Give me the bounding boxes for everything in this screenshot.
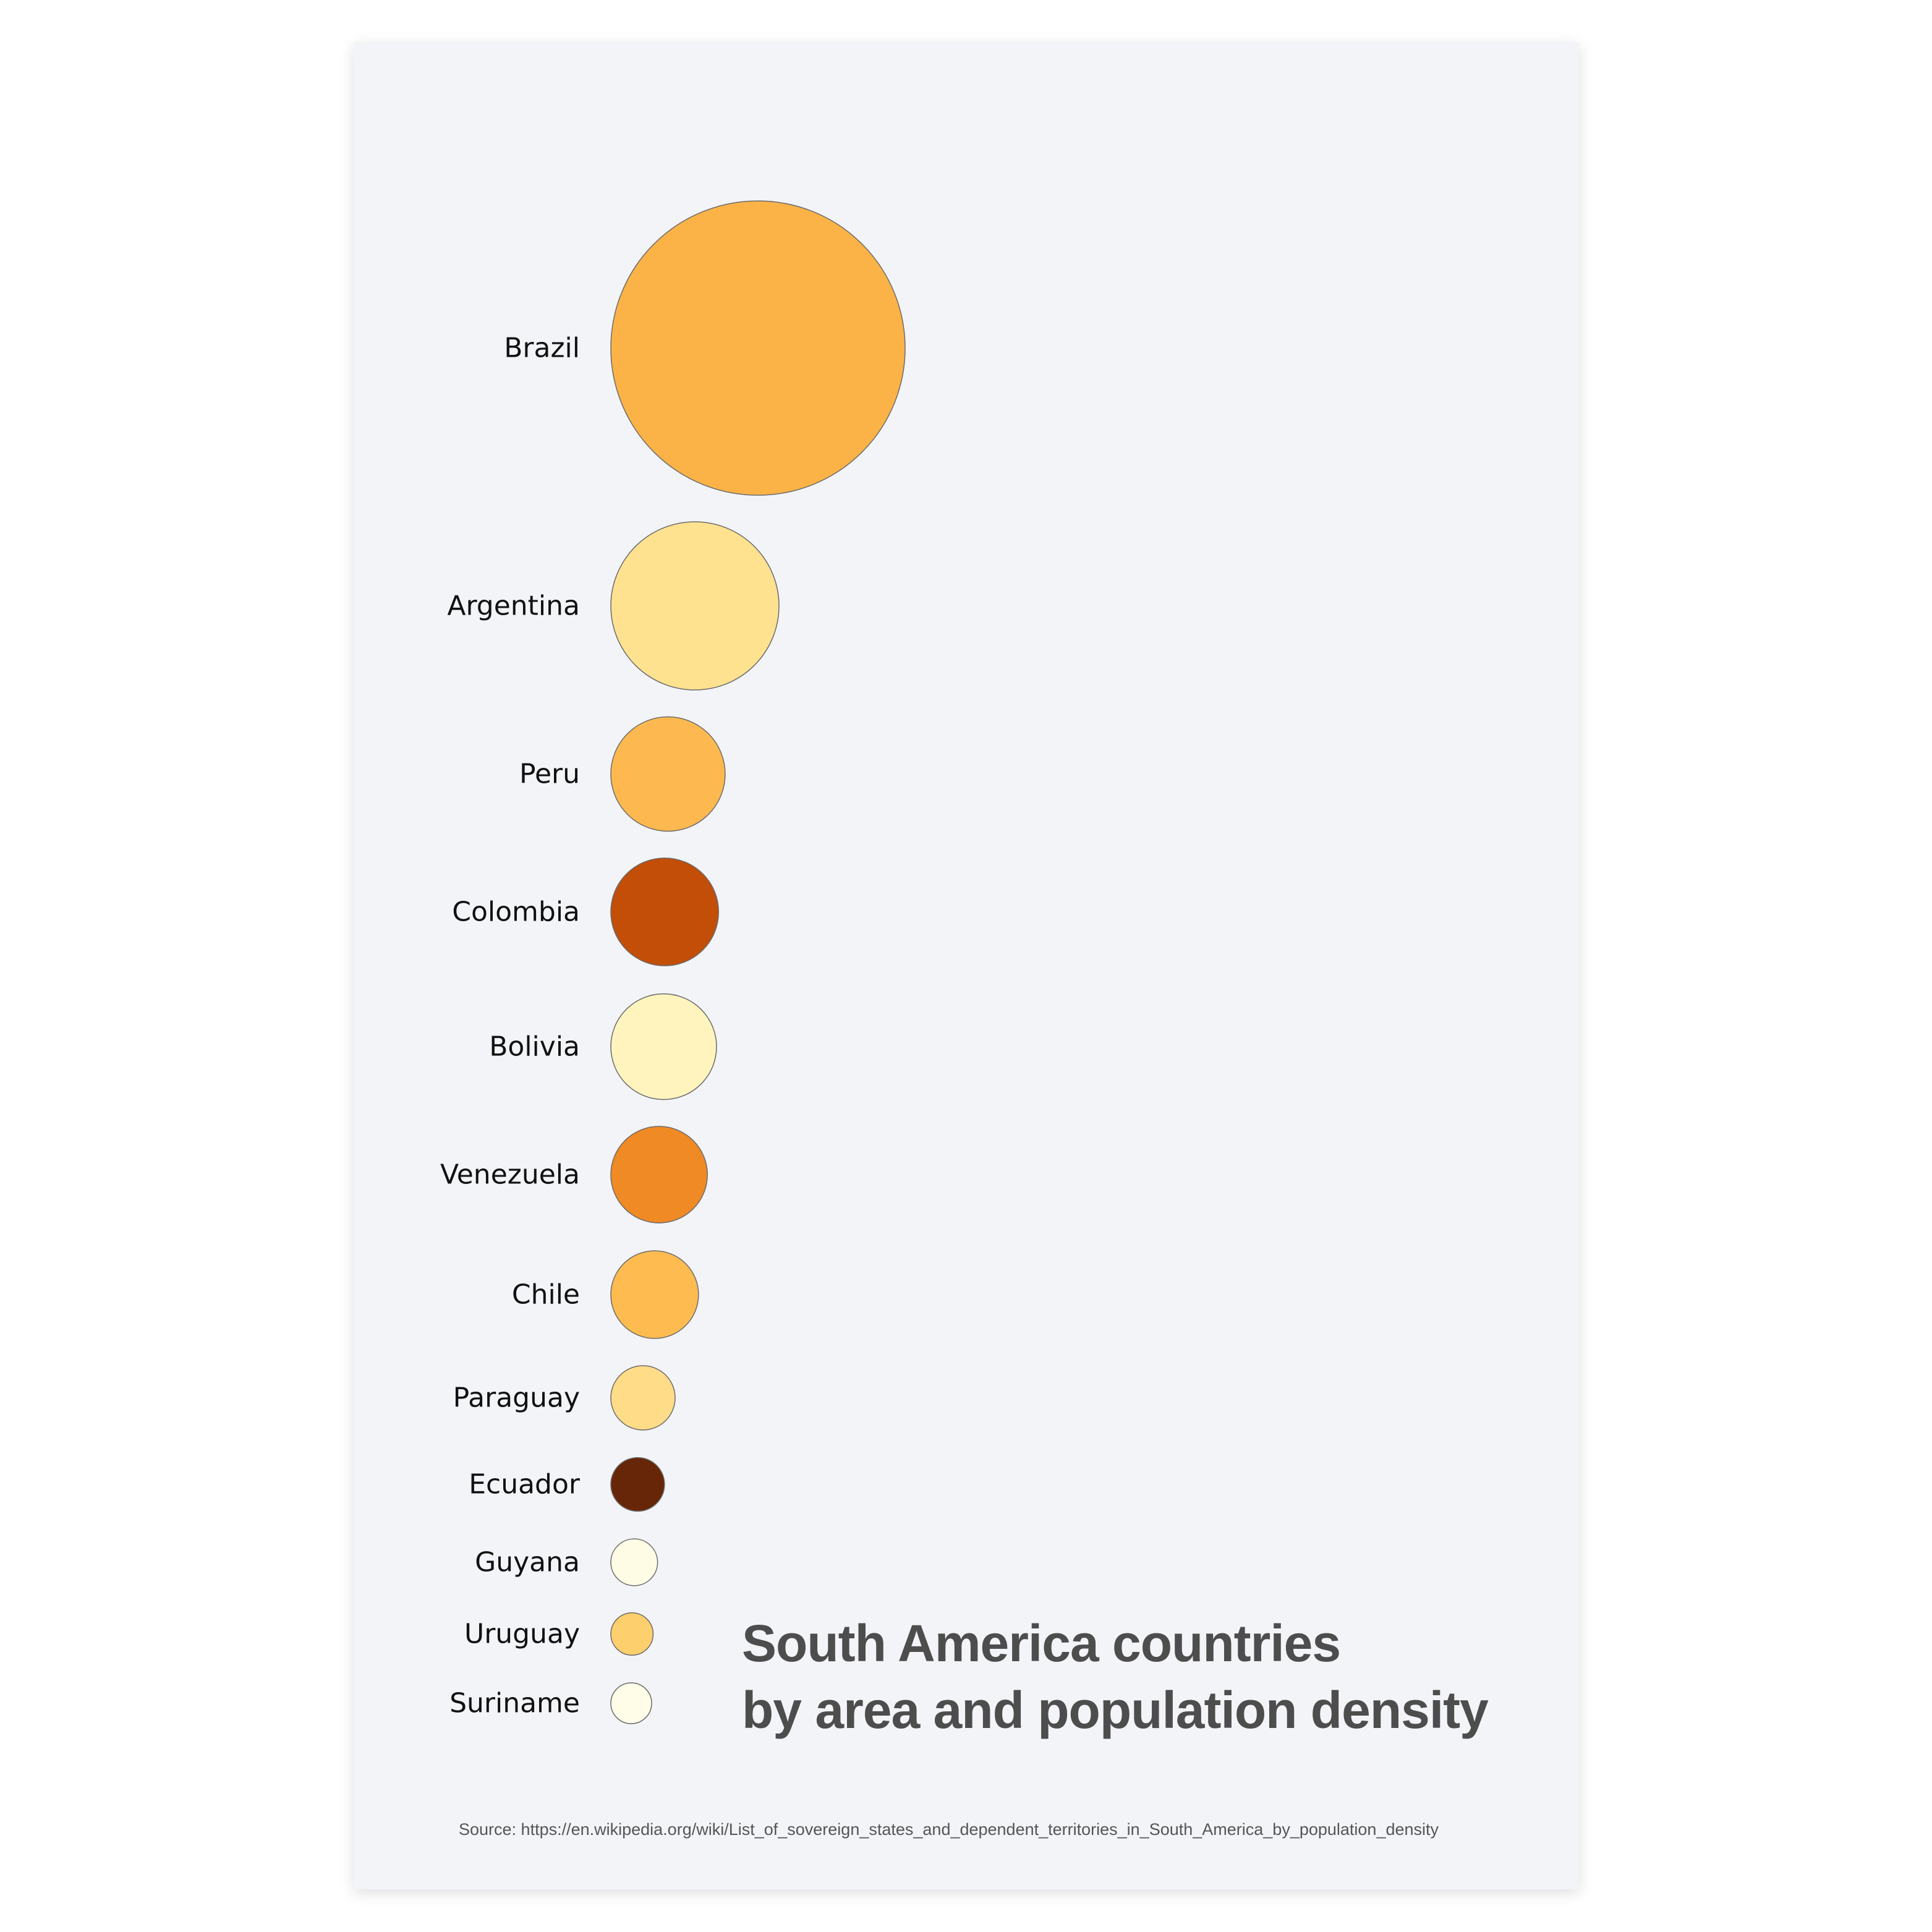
bubble-argentina [610,521,780,691]
label-ecuador: Ecuador [469,1469,581,1500]
bubble-venezuela [610,1126,708,1223]
bubble-brazil [610,200,906,496]
chart-title: South America countries by area and popu… [742,1610,1489,1743]
bubble-paraguay [610,1365,676,1431]
bubbles-group: Brazil Argentina Peru Colombia Bolivia Venezu… [440,200,906,1724]
label-chile: Chile [512,1279,580,1311]
bubble-colombia [610,857,720,966]
bubble-suriname [610,1682,652,1724]
bubble-bolivia [610,993,717,1100]
source-note: Source: https://en.wikipedia.org/wiki/Li… [459,1820,1439,1839]
label-venezuela: Venezuela [440,1159,580,1191]
label-guyana: Guyana [475,1547,580,1578]
bubble-uruguay [610,1612,654,1656]
label-paraguay: Paraguay [453,1382,580,1414]
bubble-peru [610,716,726,832]
bubble-guyana [610,1538,658,1586]
bubble-ecuador [610,1457,665,1512]
label-colombia: Colombia [452,896,580,928]
chart-title-line-2: by area and population density [742,1681,1489,1739]
chart-title-line-1: South America countries [742,1614,1341,1672]
label-argentina: Argentina [447,590,580,622]
label-peru: Peru [519,759,580,790]
bubble-chile [610,1250,699,1339]
label-brazil: Brazil [504,333,580,364]
label-bolivia: Bolivia [489,1031,580,1063]
label-suriname: Suriname [449,1688,580,1719]
label-uruguay: Uruguay [464,1619,580,1650]
